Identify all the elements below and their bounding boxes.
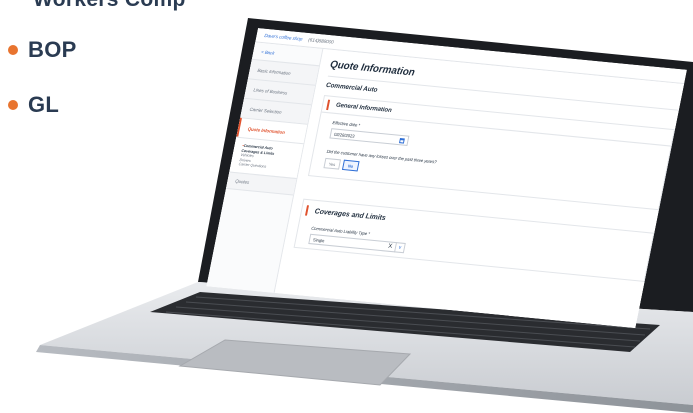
effective-date-value: 02/28/2023: [333, 131, 356, 139]
shop-phone: (614)888000: [307, 37, 335, 45]
card-title: General Information: [335, 102, 393, 114]
calendar-icon[interactable]: [399, 137, 405, 143]
laptop-illustration: Dave's coffee shop (614)888000 < Back Ba…: [0, 0, 693, 413]
liability-type-value: Single: [312, 236, 326, 243]
quote-app: Dave's coffee shop (614)888000 < Back Ba…: [206, 28, 687, 328]
laptop-screen: Dave's coffee shop (614)888000 < Back Ba…: [206, 28, 687, 328]
main-content: Quote Information Commercial Auto Genera…: [275, 49, 685, 328]
no-button[interactable]: No: [342, 160, 360, 172]
clear-icon[interactable]: X: [388, 243, 393, 250]
accent-bar: [305, 205, 309, 215]
yes-button[interactable]: Yes: [323, 158, 341, 170]
chevron-down-icon[interactable]: v: [394, 242, 405, 253]
accent-bar: [326, 99, 330, 109]
card-title: Coverages and Limits: [314, 207, 387, 222]
shop-name-link[interactable]: Dave's coffee shop: [264, 33, 303, 42]
coverages-limits-card: Coverages and Limits Commercial Auto Lia…: [294, 199, 655, 282]
